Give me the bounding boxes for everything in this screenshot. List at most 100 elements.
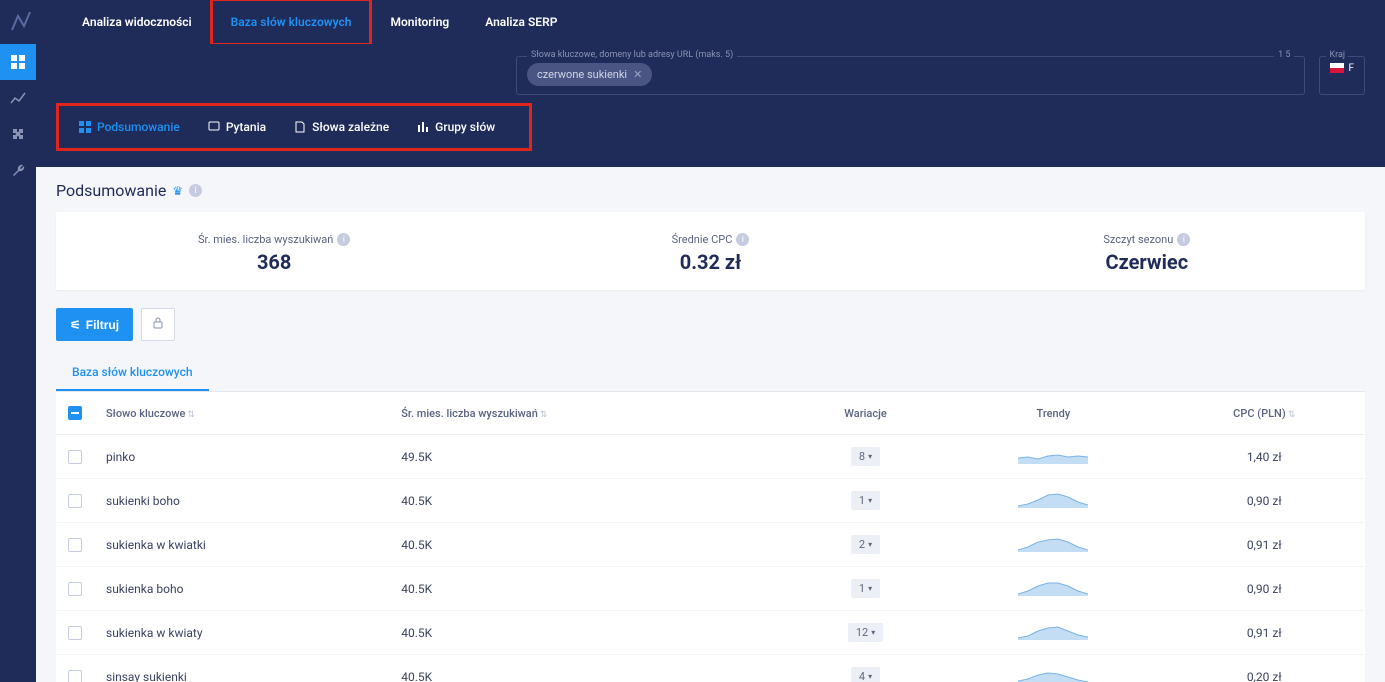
sidebar-dashboard[interactable]: [0, 44, 36, 80]
row-checkbox[interactable]: [68, 538, 82, 552]
cell-searches: 40.5K: [389, 611, 788, 655]
subtab-summary[interactable]: Podsumowanie: [65, 114, 194, 140]
chevron-down-icon: ▾: [871, 628, 875, 637]
flag-pl-icon: [1330, 63, 1344, 73]
country-value: F: [1348, 63, 1354, 74]
cell-cpc: 0,90 zł: [1163, 479, 1365, 523]
stats-row: Śr. mies. liczba wyszukiwań i 368 Średni…: [56, 212, 1365, 290]
sort-icon: ⇅: [540, 410, 548, 420]
stat-season-value: Czerwiec: [939, 250, 1355, 274]
info-icon[interactable]: i: [1177, 233, 1190, 246]
grid-icon: [79, 121, 91, 133]
subtab-questions[interactable]: Pytania: [194, 114, 280, 140]
logo: [10, 10, 34, 34]
variations-dropdown[interactable]: 12 ▾: [848, 623, 883, 642]
col-trends[interactable]: Trendy: [943, 392, 1163, 435]
info-icon[interactable]: i: [736, 233, 749, 246]
cell-searches: 49.5K: [389, 435, 788, 479]
cell-cpc: 1,40 zł: [1163, 435, 1365, 479]
stat-searches-value: 368: [66, 250, 482, 274]
trend-sparkline: [1018, 578, 1088, 596]
nav-serp[interactable]: Analiza SERP: [467, 1, 575, 43]
cell-cpc: 0,90 zł: [1163, 567, 1365, 611]
crown-icon: ♛: [172, 184, 183, 198]
sidebar-tools[interactable]: [0, 152, 36, 188]
row-checkbox[interactable]: [68, 626, 82, 640]
sort-icon: ⇅: [1288, 410, 1296, 420]
col-keyword[interactable]: Słowo kluczowe⇅: [94, 392, 389, 435]
table-row: sukienki boho40.5K 1 ▾ 0,90 zł: [56, 479, 1365, 523]
nav-visibility[interactable]: Analiza widoczności: [64, 1, 210, 43]
sidebar-puzzle[interactable]: [0, 116, 36, 152]
question-icon: [208, 121, 220, 133]
cell-keyword: sukienka boho: [94, 567, 389, 611]
subtab-groups[interactable]: Grupy słów: [403, 114, 509, 140]
trend-sparkline: [1018, 622, 1088, 640]
chevron-down-icon: ▾: [868, 452, 872, 461]
stat-cpc-value: 0.32 zł: [502, 250, 918, 274]
chevron-down-icon: ▾: [868, 584, 872, 593]
filter-icon: ⚟: [70, 318, 81, 332]
trend-sparkline: [1018, 666, 1088, 682]
trend-sparkline: [1018, 446, 1088, 464]
col-variations[interactable]: Wariacje: [788, 392, 944, 435]
stat-searches: Śr. mies. liczba wyszukiwań i 368: [56, 212, 492, 290]
cell-keyword: sinsay sukienki: [94, 655, 389, 682]
table-tab-keywords[interactable]: Baza słów kluczowych: [56, 355, 209, 391]
chevron-down-icon: ▾: [868, 496, 872, 505]
keywords-table: Słowo kluczowe⇅ Śr. mies. liczba wyszuki…: [56, 392, 1365, 682]
lock-button[interactable]: [141, 308, 175, 341]
search-area: Słowa kluczowe, domeny lub adresy URL (m…: [36, 44, 1385, 103]
checkbox-all[interactable]: [68, 406, 82, 420]
row-checkbox[interactable]: [68, 450, 82, 464]
variations-dropdown[interactable]: 8 ▾: [851, 447, 880, 466]
chevron-down-icon: ▾: [868, 540, 872, 549]
filter-button[interactable]: ⚟Filtruj: [56, 308, 133, 341]
info-icon[interactable]: i: [337, 233, 350, 246]
sidebar: [0, 44, 36, 682]
row-checkbox[interactable]: [68, 494, 82, 508]
lock-icon: [152, 317, 164, 329]
variations-dropdown[interactable]: 1 ▾: [851, 491, 880, 510]
cell-cpc: 0,91 zł: [1163, 523, 1365, 567]
country-select[interactable]: Kraj F: [1319, 56, 1365, 95]
row-checkbox[interactable]: [68, 670, 82, 682]
cell-keyword: pinko: [94, 435, 389, 479]
groups-icon: [417, 121, 429, 133]
subtabs: Podsumowanie Pytania Słowa zależne Grupy…: [56, 103, 532, 151]
search-input-wrap[interactable]: Słowa kluczowe, domeny lub adresy URL (m…: [516, 56, 1305, 95]
cell-searches: 40.5K: [389, 523, 788, 567]
row-checkbox[interactable]: [68, 582, 82, 596]
cell-searches: 40.5K: [389, 479, 788, 523]
cell-keyword: sukienki boho: [94, 479, 389, 523]
nav-monitoring[interactable]: Monitoring: [372, 1, 467, 43]
subtab-related[interactable]: Słowa zależne: [280, 114, 403, 140]
remove-chip-icon[interactable]: ✕: [633, 68, 642, 81]
info-icon[interactable]: i: [189, 184, 202, 197]
nav-keywords-db[interactable]: Baza słów kluczowych: [210, 0, 373, 46]
trend-sparkline: [1018, 534, 1088, 552]
chevron-down-icon: ▾: [868, 672, 872, 681]
variations-dropdown[interactable]: 1 ▾: [851, 579, 880, 598]
cell-searches: 40.5K: [389, 655, 788, 682]
search-chip[interactable]: czerwone sukienki ✕: [527, 63, 652, 86]
cell-keyword: sukienka w kwiaty: [94, 611, 389, 655]
country-legend: Kraj: [1326, 50, 1348, 60]
search-chip-text: czerwone sukienki: [537, 68, 627, 81]
top-nav: Analiza widoczności Baza słów kluczowych…: [0, 0, 1385, 44]
variations-dropdown[interactable]: 4 ▾: [851, 667, 880, 682]
table-row: sinsay sukienki40.5K 4 ▾ 0,20 zł: [56, 655, 1365, 682]
cell-searches: 40.5K: [389, 567, 788, 611]
col-cpc[interactable]: CPC (PLN)⇅: [1163, 392, 1365, 435]
cell-cpc: 0,20 zł: [1163, 655, 1365, 682]
table-row: pinko49.5K 8 ▾ 1,40 zł: [56, 435, 1365, 479]
stat-season: Szczyt sezonu i Czerwiec: [929, 212, 1365, 290]
search-legend: Słowa kluczowe, domeny lub adresy URL (m…: [527, 50, 737, 60]
cell-keyword: sukienka w kwiatki: [94, 523, 389, 567]
table-row: sukienka boho40.5K 1 ▾ 0,90 zł: [56, 567, 1365, 611]
table-row: sukienka w kwiatki40.5K 2 ▾ 0,91 zł: [56, 523, 1365, 567]
variations-dropdown[interactable]: 2 ▾: [851, 535, 880, 554]
col-searches[interactable]: Śr. mies. liczba wyszukiwań⇅: [389, 392, 788, 435]
sidebar-chart[interactable]: [0, 80, 36, 116]
sort-icon: ⇅: [187, 410, 195, 420]
